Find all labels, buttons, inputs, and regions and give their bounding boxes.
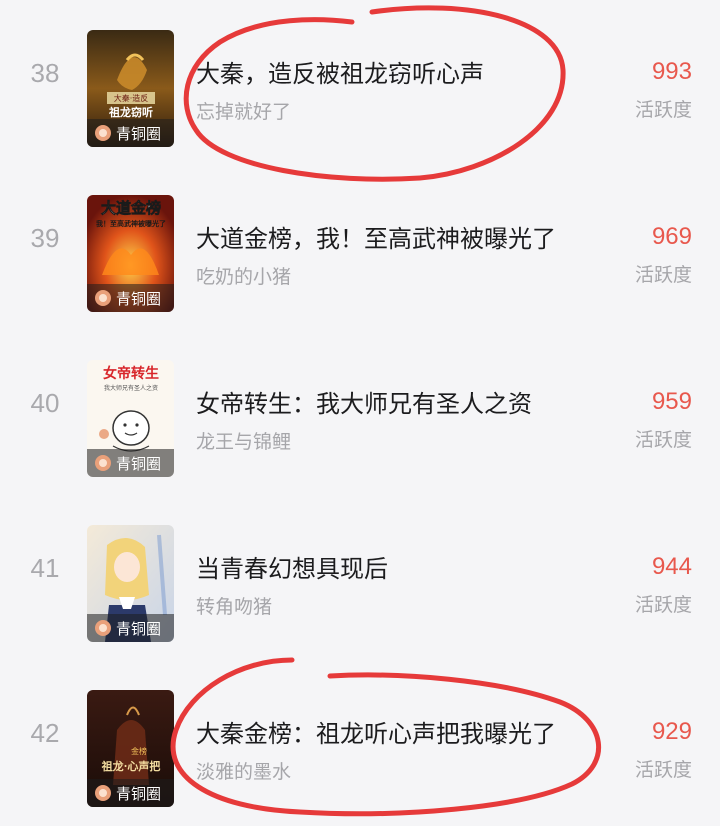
cover-text: 女帝转生: [103, 365, 159, 382]
activity-label: 活跃度: [634, 594, 692, 616]
list-item[interactable]: 40 女帝转生 我大师兄有圣人之资 青铜圈 女帝转生：我大师兄有圣人之资 龙王与…: [0, 330, 720, 495]
bronze-circle-icon: [95, 620, 111, 636]
activity-score: 993: [651, 58, 692, 85]
activity-label: 活跃度: [634, 264, 692, 286]
cover-tag-label: 青铜圈: [116, 784, 162, 803]
rank-number: 41: [30, 553, 60, 583]
cover-text: 我大师兄有圣人之资: [104, 384, 158, 392]
book-title[interactable]: 大秦，造反被祖龙窃听心声: [196, 54, 484, 89]
cover-tag-label: 青铜圈: [116, 454, 162, 473]
book-author[interactable]: 淡雅的墨水: [196, 757, 291, 784]
cover-tag: 青铜圈: [87, 449, 174, 477]
activity-label: 活跃度: [634, 429, 692, 451]
cover-tag: 青铜圈: [87, 779, 174, 807]
book-title[interactable]: 大秦金榜：祖龙听心声把我曝光了: [196, 714, 556, 749]
activity-score: 969: [651, 223, 692, 250]
cover-tag: 青铜圈: [87, 119, 174, 147]
book-cover[interactable]: 金榜 祖龙·心声把 青铜圈: [87, 690, 174, 807]
activity-score: 929: [651, 718, 692, 745]
rank-number: 42: [30, 718, 60, 748]
ranking-list: 38 大秦·造反 祖龙窃听 青铜圈 大秦，造反被祖龙窃听心声 忘掉就好了 993…: [0, 0, 720, 826]
book-author[interactable]: 转角吻猪: [196, 592, 272, 619]
activity-label: 活跃度: [634, 759, 692, 781]
book-cover[interactable]: 女帝转生 我大师兄有圣人之资 青铜圈: [87, 360, 174, 477]
bronze-circle-icon: [95, 125, 111, 141]
book-author[interactable]: 忘掉就好了: [196, 97, 291, 124]
cover-text: 祖龙窃听: [108, 105, 153, 119]
list-item[interactable]: 42 金榜 祖龙·心声把 青铜圈 大秦金榜：祖龙听心声把我曝光了 淡雅的墨水 9…: [0, 660, 720, 825]
cover-text: 金榜: [131, 746, 147, 756]
book-title[interactable]: 女帝转生：我大师兄有圣人之资: [196, 384, 532, 419]
bronze-circle-icon: [95, 455, 111, 471]
cover-tag-label: 青铜圈: [116, 289, 162, 308]
bronze-circle-icon: [95, 785, 111, 801]
rank-number: 38: [30, 58, 60, 88]
list-item[interactable]: 41 青铜圈 当青春幻想具现后 转角吻猪 944 活跃度: [0, 495, 720, 660]
book-title[interactable]: 当青春幻想具现后: [196, 549, 388, 584]
cover-text: 祖龙·心声把: [101, 759, 161, 773]
cover-tag-label: 青铜圈: [116, 124, 162, 143]
list-item[interactable]: 39 大道金榜 我！至高武神被曝光了 青铜圈 大道金榜，我！至高武神被曝光了 吃…: [0, 165, 720, 330]
book-author[interactable]: 龙王与锦鲤: [196, 427, 291, 454]
cover-text: 我！至高武神被曝光了: [96, 219, 166, 228]
bronze-circle-icon: [95, 290, 111, 306]
activity-score: 959: [651, 388, 692, 415]
cover-tag: 青铜圈: [87, 614, 174, 642]
book-title[interactable]: 大道金榜，我！至高武神被曝光了: [196, 219, 556, 254]
list-item[interactable]: 38 大秦·造反 祖龙窃听 青铜圈 大秦，造反被祖龙窃听心声 忘掉就好了 993…: [0, 0, 720, 165]
book-cover[interactable]: 大道金榜 我！至高武神被曝光了 青铜圈: [87, 195, 174, 312]
book-author[interactable]: 吃奶的小猪: [196, 262, 291, 289]
book-cover[interactable]: 青铜圈: [87, 525, 174, 642]
cover-tag: 青铜圈: [87, 284, 174, 312]
book-cover[interactable]: 大秦·造反 祖龙窃听 青铜圈: [87, 30, 174, 147]
activity-label: 活跃度: [634, 99, 692, 121]
rank-number: 40: [30, 388, 60, 418]
cover-text: 大道金榜: [101, 199, 161, 217]
cover-text: 大秦·造反: [114, 93, 149, 103]
cover-tag-label: 青铜圈: [116, 619, 162, 638]
rank-number: 39: [30, 223, 60, 253]
activity-score: 944: [651, 553, 692, 580]
